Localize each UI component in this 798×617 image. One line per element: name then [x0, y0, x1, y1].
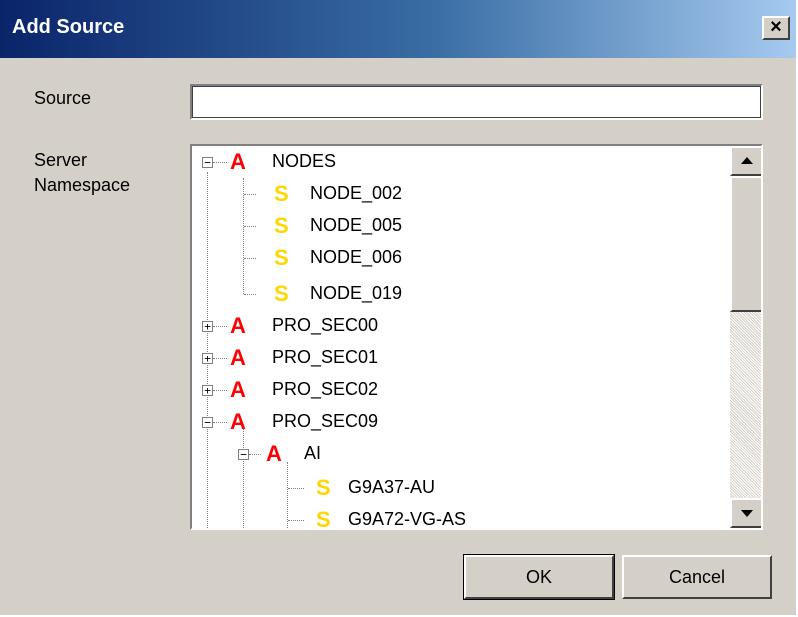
close-icon: × — [770, 16, 782, 38]
expander-icon[interactable]: − — [202, 157, 213, 168]
expander-icon[interactable]: − — [202, 417, 213, 428]
tree-item-node-006[interactable]: S NODE_006 — [192, 242, 728, 274]
folder-a-icon: A — [230, 409, 246, 434]
tree-item-pro-sec00[interactable]: + A PRO_SEC00 — [192, 310, 728, 342]
signal-s-icon: S — [274, 245, 289, 270]
signal-s-icon: S — [274, 213, 289, 238]
expander-icon[interactable]: − — [238, 449, 249, 460]
tree-item-label: NODES — [272, 151, 337, 171]
expander-icon[interactable]: + — [202, 385, 213, 396]
folder-a-icon: A — [266, 441, 282, 466]
tree-item-pro-sec09[interactable]: − A PRO_SEC09 — [192, 406, 728, 438]
folder-a-icon: A — [230, 313, 246, 338]
tree-item-label: G9A72-VG-AS — [348, 509, 467, 528]
tree-item-nodes[interactable]: − A NODES — [192, 146, 728, 178]
source-label: Source — [34, 88, 92, 108]
cancel-button[interactable]: Cancel — [622, 555, 772, 599]
tree-item-g9a37-au[interactable]: S G9A37-AU — [192, 472, 728, 504]
tree-item-label: PRO_SEC00 — [272, 315, 379, 335]
signal-s-icon: S — [316, 475, 331, 500]
tree-item-label: PRO_SEC02 — [272, 379, 379, 399]
scroll-down-button[interactable] — [730, 498, 761, 528]
tree-item-label: NODE_002 — [310, 183, 403, 203]
source-input[interactable] — [190, 84, 763, 120]
server-namespace-label-line1: Server — [34, 150, 88, 170]
tree-item-label: NODE_019 — [310, 283, 403, 303]
expander-icon[interactable]: + — [202, 353, 213, 364]
ok-button-label: OK — [525, 566, 552, 587]
folder-a-icon: A — [230, 345, 246, 370]
tree-item-pro-sec02[interactable]: + A PRO_SEC02 — [192, 374, 728, 406]
arrow-down-icon — [741, 510, 753, 517]
scroll-up-button[interactable] — [730, 146, 761, 176]
tree-item-label: PRO_SEC01 — [272, 347, 379, 367]
scroll-thumb[interactable] — [730, 176, 761, 312]
add-source-dialog: Add Source × Source Server Namespace − A… — [0, 0, 798, 617]
tree-item-label: NODE_006 — [310, 247, 403, 267]
tree-item-node-005[interactable]: S NODE_005 — [192, 210, 728, 242]
tree-item-label: AI — [304, 443, 322, 463]
tree-item-ai[interactable]: − A AI — [192, 438, 728, 470]
folder-a-icon: A — [230, 377, 246, 402]
tree-item-label: NODE_005 — [310, 215, 403, 235]
server-namespace-tree[interactable]: − A NODES S NODE_002 S NODE_005 S NODE_0… — [190, 144, 763, 530]
signal-s-icon: S — [274, 281, 289, 306]
server-namespace-label-line2: Namespace — [34, 175, 131, 195]
expander-icon[interactable]: + — [202, 321, 213, 332]
signal-s-icon: S — [316, 507, 331, 528]
tree-viewport: − A NODES S NODE_002 S NODE_005 S NODE_0… — [192, 146, 728, 528]
close-button[interactable]: × — [762, 16, 790, 40]
signal-s-icon: S — [274, 181, 289, 206]
arrow-up-icon — [741, 157, 753, 164]
tree-item-pro-sec01[interactable]: + A PRO_SEC01 — [192, 342, 728, 374]
folder-a-icon: A — [230, 149, 246, 174]
tree-item-label: PRO_SEC09 — [272, 411, 379, 431]
title-bar[interactable]: Add Source × — [0, 0, 796, 58]
tree-item-g9a72-vg-as[interactable]: S G9A72-VG-AS — [192, 504, 728, 528]
cancel-button-label: Cancel — [668, 566, 726, 587]
tree-item-node-002[interactable]: S NODE_002 — [192, 178, 728, 210]
tree-item-node-019[interactable]: S NODE_019 — [192, 278, 728, 310]
vertical-scrollbar[interactable] — [730, 146, 761, 528]
ok-button[interactable]: OK — [463, 554, 615, 600]
tree-item-label: G9A37-AU — [348, 477, 436, 497]
window-title: Add Source — [12, 16, 125, 38]
